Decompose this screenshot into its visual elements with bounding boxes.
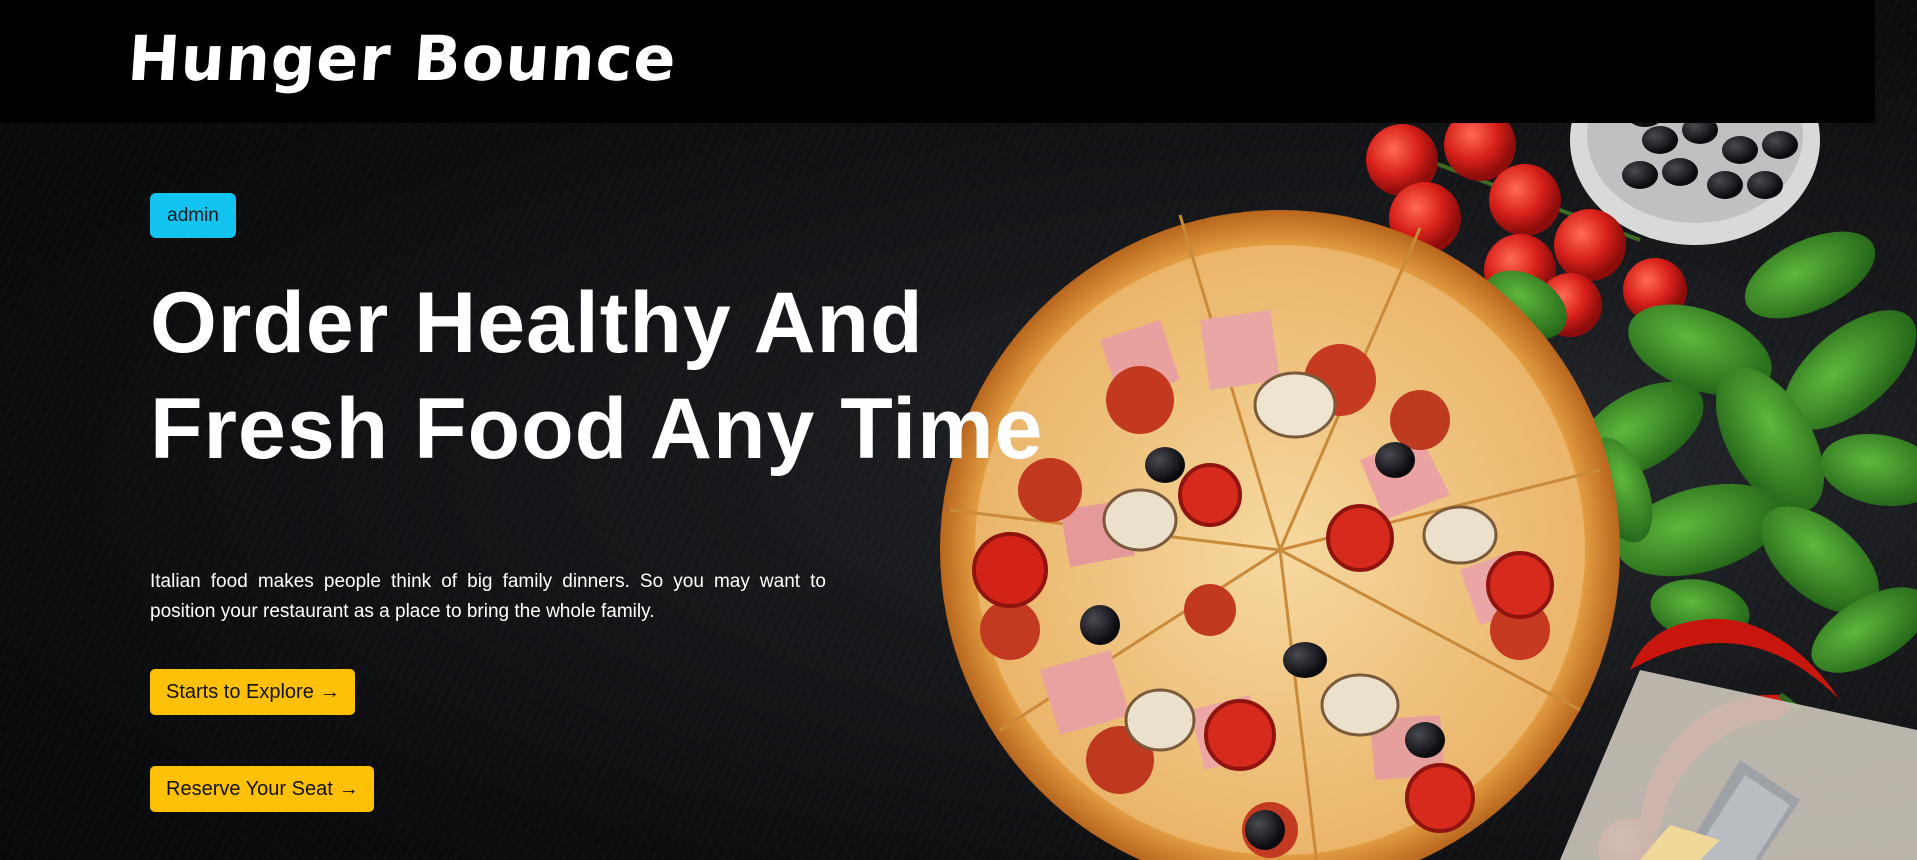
- navbar: Hunger Bounce: [0, 0, 1875, 123]
- arrow-right-icon: →: [319, 681, 340, 703]
- pizza-hero-image: [940, 110, 1917, 860]
- reserve-your-seat-label: Reserve Your Seat: [166, 778, 333, 800]
- reserve-your-seat-button[interactable]: Reserve Your Seat →: [150, 766, 374, 812]
- starts-to-explore-button[interactable]: Starts to Explore →: [150, 669, 355, 715]
- parchment-and-grater: [1560, 670, 1917, 860]
- starts-to-explore-label: Starts to Explore: [166, 681, 314, 703]
- admin-badge[interactable]: admin: [150, 193, 236, 238]
- page: Hunger Bounce admin Order Healthy And Fr…: [0, 0, 1917, 860]
- hero-description: Italian food makes people think of big f…: [150, 571, 826, 622]
- arrow-right-icon: →: [338, 778, 359, 800]
- hero-headline: Order Healthy And Fresh Food Any Time: [150, 275, 1044, 477]
- brand-logo[interactable]: Hunger Bounce: [125, 22, 679, 95]
